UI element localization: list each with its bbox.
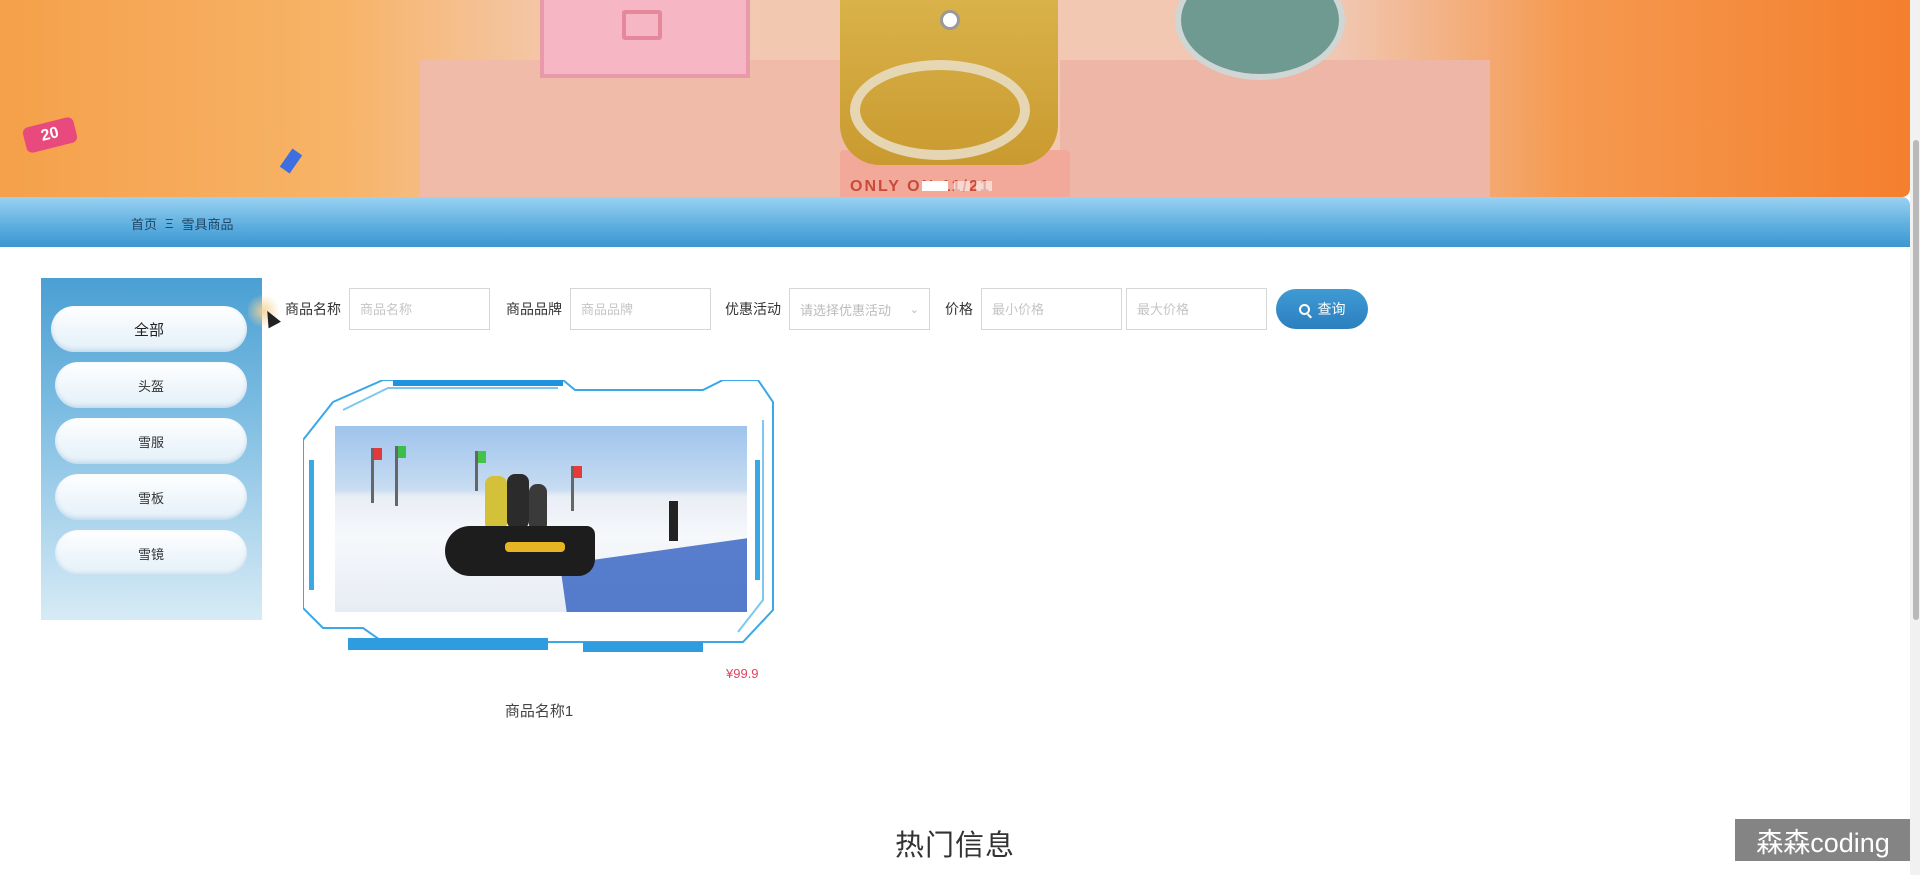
name-label: 商品名称 <box>285 301 341 317</box>
banner-pedestal <box>1060 60 1490 197</box>
breadcrumb: 首页 Ξ 雪具商品 <box>131 214 233 233</box>
category-item-all[interactable]: 全部 <box>51 306 247 352</box>
carousel-dot-3[interactable] <box>976 181 992 191</box>
category-item-snowsuit[interactable]: 雪服 <box>55 418 247 464</box>
search-form: 商品名称 商品品牌 优惠活动 请选择优惠活动 ⌄ 价格 查询 <box>285 288 1368 330</box>
activity-select-placeholder: 请选择优惠活动 <box>800 302 892 318</box>
watermark: 森森coding <box>1735 819 1911 861</box>
banner-pedestal <box>420 60 850 197</box>
product-price: ¥99.9 <box>726 666 759 681</box>
scrollbar-thumb[interactable] <box>1913 140 1919 620</box>
min-price-input[interactable] <box>981 288 1122 330</box>
activity-label: 优惠活动 <box>725 301 781 317</box>
query-button-label: 查询 <box>1317 301 1346 317</box>
category-item-snowboard[interactable]: 雪板 <box>55 474 247 520</box>
banner-chain <box>850 60 1030 160</box>
hot-section-title: 热门信息 <box>894 830 1015 862</box>
product-card[interactable] <box>303 380 775 658</box>
category-item-goggles[interactable]: 雪镜 <box>55 530 247 576</box>
banner-pink-bag <box>540 0 750 78</box>
banner-badge: 20 <box>21 116 79 154</box>
price-label: 价格 <box>945 301 973 317</box>
breadcrumb-bar: 首页 Ξ 雪具商品 <box>0 197 1910 247</box>
breadcrumb-separator-icon: Ξ <box>165 216 174 231</box>
carousel-indicators <box>922 181 992 191</box>
category-sidebar: 全部 头盔 雪服 雪板 雪镜 <box>41 278 262 620</box>
hero-banner[interactable]: ONLY ON 11/21 20 <box>0 0 1910 197</box>
breadcrumb-current: 雪具商品 <box>181 217 234 232</box>
brand-input[interactable] <box>570 288 711 330</box>
category-item-helmet[interactable]: 头盔 <box>55 362 247 408</box>
product-name[interactable]: 商品名称1 <box>439 700 639 721</box>
product-image[interactable] <box>335 426 747 612</box>
chevron-down-icon: ⌄ <box>909 303 919 316</box>
activity-select[interactable]: 请选择优惠活动 ⌄ <box>789 288 930 330</box>
max-price-input[interactable] <box>1126 288 1267 330</box>
search-icon <box>1298 303 1310 315</box>
banner-confetti <box>279 148 303 174</box>
name-input[interactable] <box>349 288 490 330</box>
carousel-dot-2[interactable] <box>954 181 970 191</box>
query-button[interactable]: 查询 <box>1276 289 1368 329</box>
brand-label: 商品品牌 <box>506 301 562 317</box>
carousel-dot-1[interactable] <box>922 181 948 191</box>
breadcrumb-home-link[interactable]: 首页 <box>131 214 157 233</box>
